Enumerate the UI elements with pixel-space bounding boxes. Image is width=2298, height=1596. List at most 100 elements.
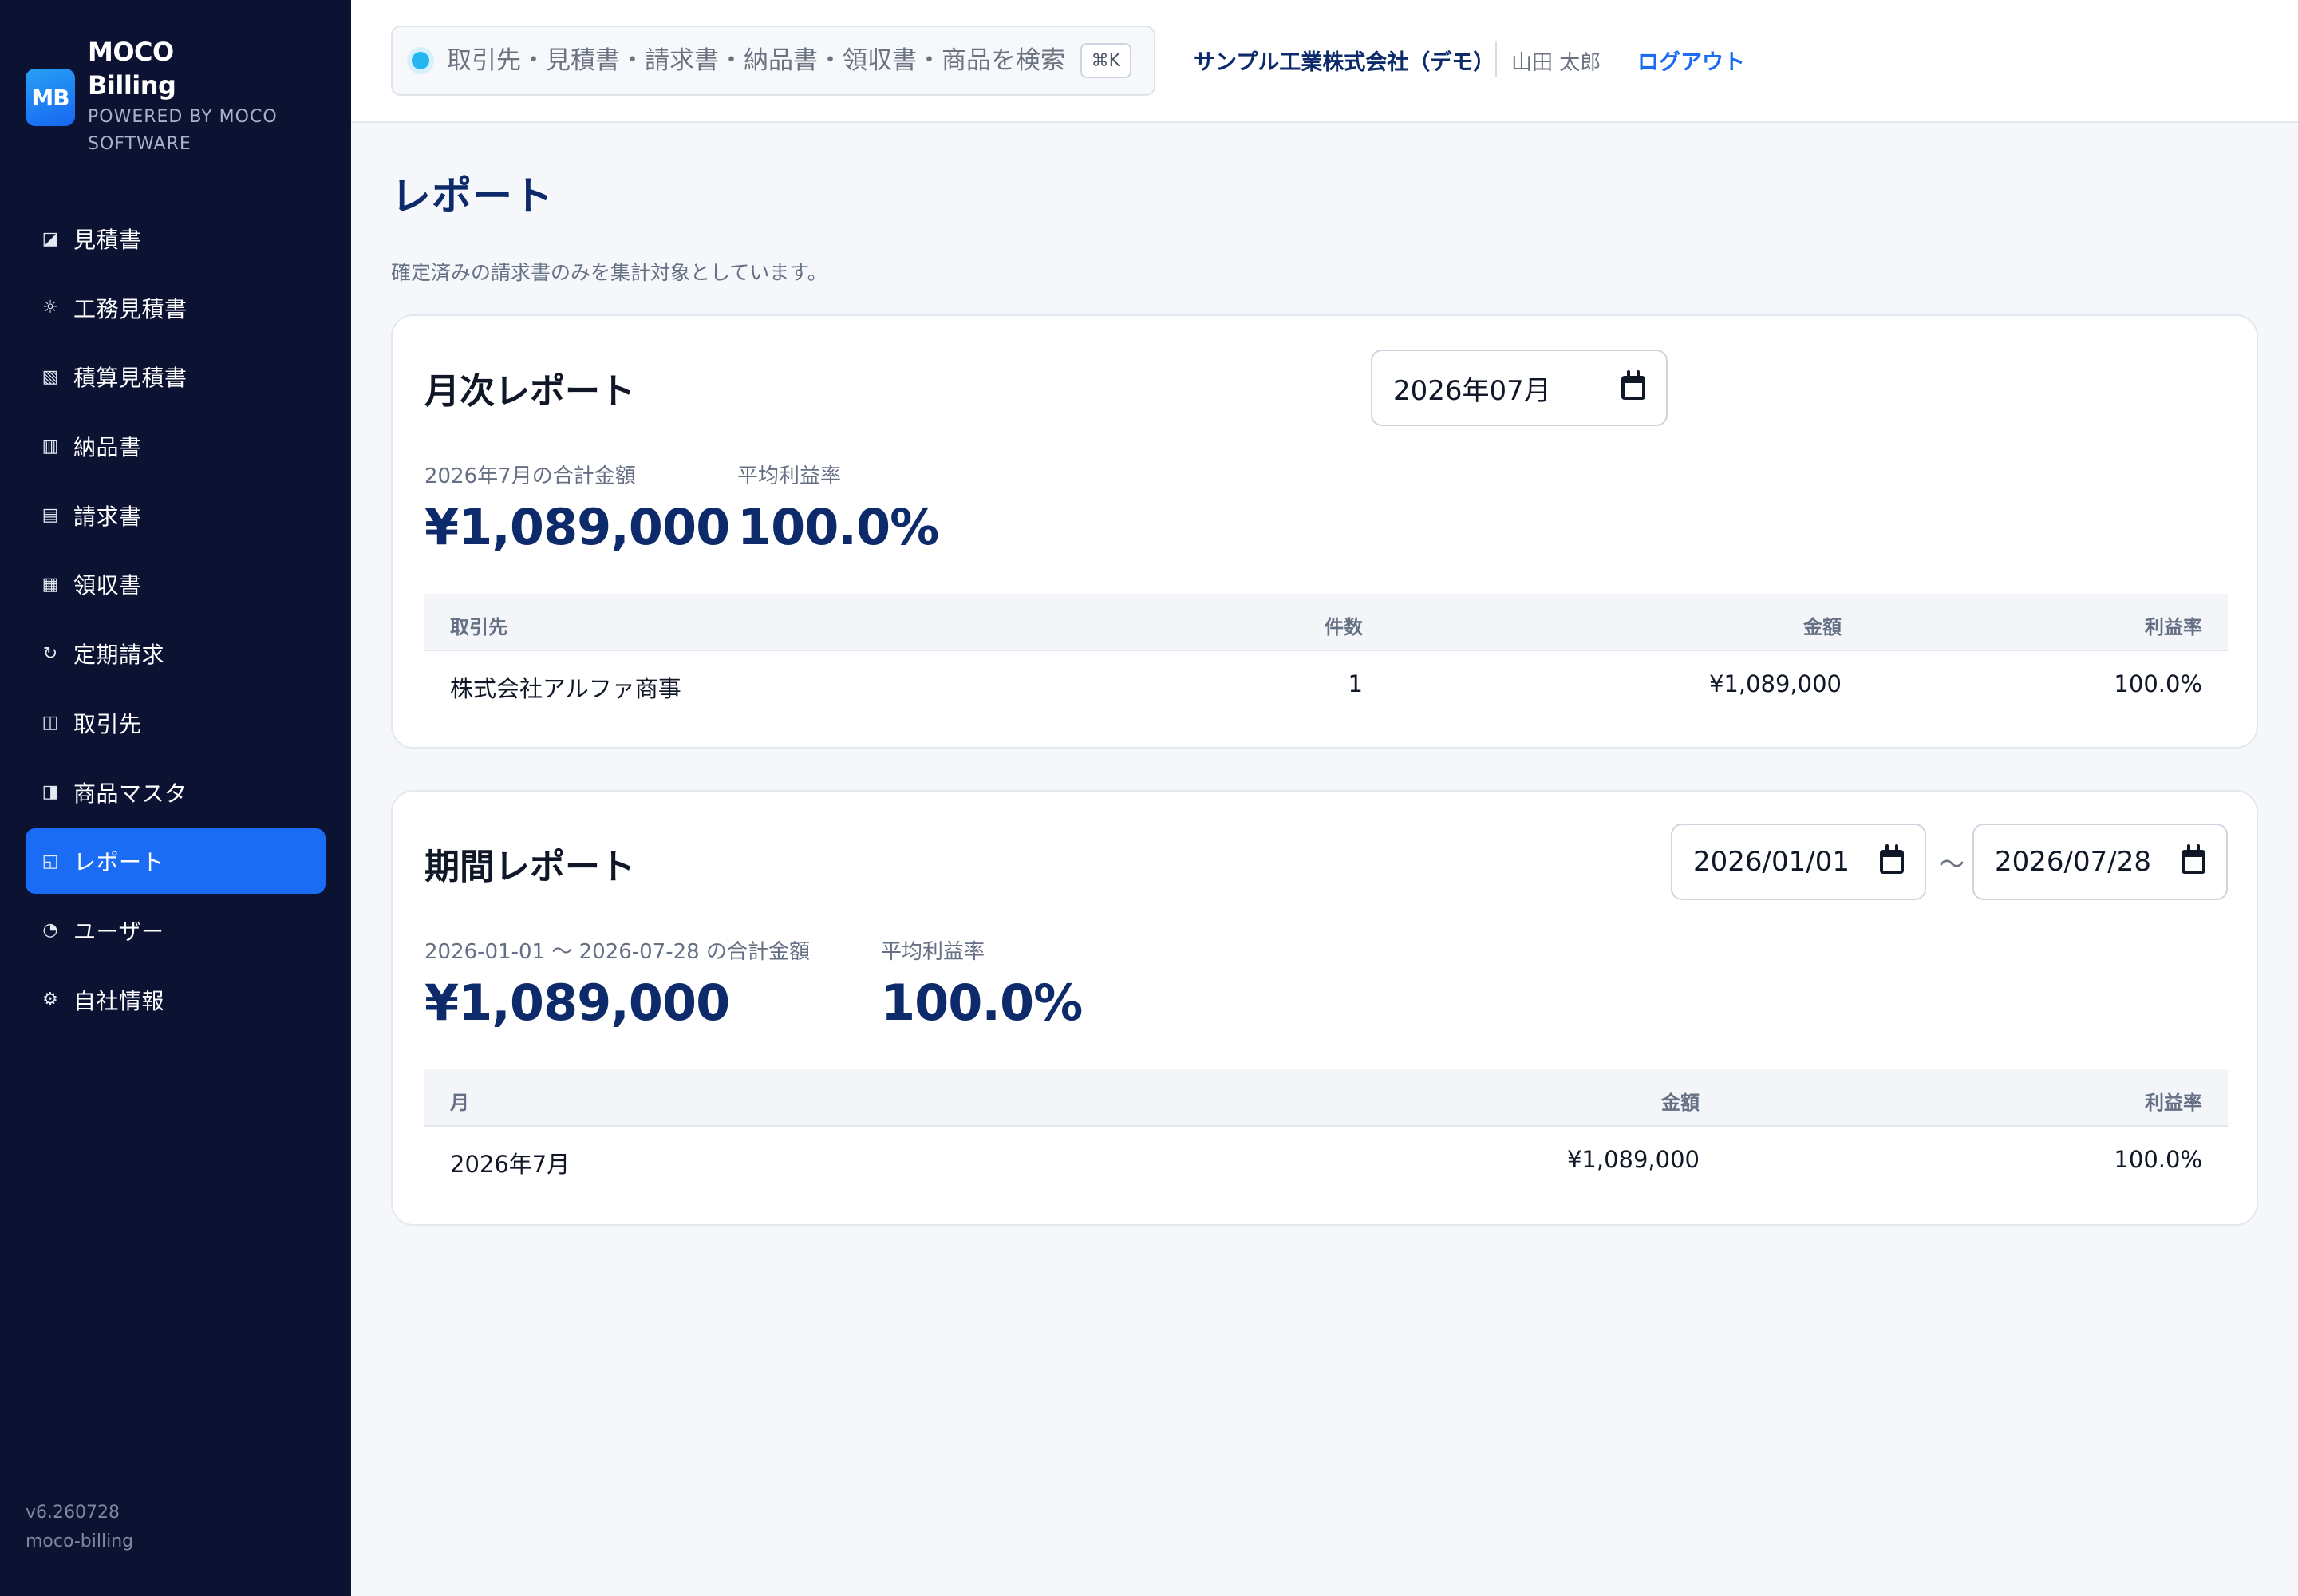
cell-amount: ¥1,089,000 [1566,1146,1700,1173]
sidebar-item-recurring-billing[interactable]: ↻ 定期請求 [26,621,326,686]
sidebar-item-label: 請求書 [73,503,142,530]
col-client: 取引先 [450,616,507,638]
logout-link[interactable]: ログアウト [1637,45,1745,76]
sidebar-item-label: 商品マスタ [73,780,188,807]
sidebar-item-reports[interactable]: ◱ レポート [26,828,326,895]
period-total-label: 2026-01-01 〜 2026-07-28 の合計金額 [424,940,810,964]
start-date-value: 2026/01/01 [1693,846,1850,878]
refresh-icon: ↻ [42,643,58,664]
month-picker[interactable]: 2026年07月 [1371,350,1668,426]
page-note: 確定済みの請求書のみを集計対象としています。 [391,261,827,284]
brand[interactable]: MB MOCO Billing POWERED BY MOCO SOFTWARE [26,35,311,158]
search-shortcut-badge: ⌘K [1080,43,1131,78]
start-date-picker[interactable]: 2026/01/01 [1671,824,1926,900]
monthly-margin-label: 平均利益率 [737,464,842,488]
table-header: 取引先 件数 金額 利益率 [424,594,2228,651]
sidebar-item-invoices[interactable]: ▤ 請求書 [26,483,326,548]
gear-icon: ☼ [42,298,58,318]
monthly-margin-value: 100.0% [737,498,939,556]
sidebar-item-label: ユーザー [73,918,164,945]
brand-name-line1: MOCO [88,37,174,67]
cell-margin: 100.0% [2114,670,2202,697]
grid-icon: ▦ [41,574,59,595]
sidebar-item-label: 積算見積書 [73,365,188,392]
date-range-separator: 〜 [1939,849,1965,879]
period-report-title: 期間レポート [424,847,635,887]
col-amount: 金額 [1803,616,1842,638]
settings-icon: ⚙ [42,990,58,1010]
col-margin: 利益率 [2145,616,2202,638]
col-amount: 金額 [1661,1092,1700,1114]
sidebar-item-receipts[interactable]: ▦ 領収書 [26,551,326,617]
monthly-total-value: ¥1,089,000 [424,498,730,556]
user-name: 山田 太郎 [1511,51,1601,75]
cell-month: 2026年7月 [450,1151,571,1178]
cell-margin: 100.0% [2114,1146,2202,1173]
book-icon: ◫ [41,713,59,733]
sidebar: MB MOCO Billing POWERED BY MOCO SOFTWARE… [0,0,351,1596]
table-row[interactable]: 株式会社アルファ商事 1 ¥1,089,000 100.0% [424,651,2228,717]
sidebar-item-label: レポート [73,849,165,876]
calendar-icon[interactable] [1880,844,1904,874]
calendar-icon[interactable] [1621,370,1645,400]
sidebar-item-label: 領収書 [73,572,142,599]
sidebar-item-estimate-quotes[interactable]: ▧ 積算見積書 [26,344,326,409]
header-divider [1495,41,1497,77]
col-margin: 利益率 [2145,1092,2202,1114]
sidebar-item-label: 自社情報 [73,987,165,1014]
monthly-report-title: 月次レポート [424,371,635,412]
app-id: moco-billing [26,1531,134,1551]
report-icon: ◱ [41,851,59,871]
version-number: v6.260728 [26,1503,120,1523]
monthly-total-label: 2026年7月の合計金額 [424,464,636,488]
col-count: 件数 [1325,616,1363,638]
hatched-square-icon: ▧ [41,366,59,387]
col-month: 月 [450,1092,469,1114]
global-search[interactable]: ⌘K [391,26,1155,96]
columns-icon: ▥ [41,436,59,456]
sidebar-nav: ◪ 見積書 ☼ 工務見積書 ▧ 積算見積書 ▥ 納品書 ▤ 請求書 ▦ 領収書 … [26,206,326,1036]
topbar: ⌘K サンプル工業株式会社（デモ） 山田 太郎 ログアウト [351,0,2298,123]
brand-sub-line1: POWERED BY MOCO [88,107,278,127]
pie-icon: ◔ [42,920,58,941]
lines-icon: ▤ [41,505,59,526]
brand-sub-line2: SOFTWARE [88,134,192,154]
sidebar-item-product-master[interactable]: ◨ 商品マスタ [26,760,326,825]
sidebar-item-delivery-notes[interactable]: ▥ 納品書 [26,413,326,479]
table-row[interactable]: 2026年7月 ¥1,089,000 100.0% [424,1127,2228,1192]
brand-logo: MB [26,69,75,126]
sidebar-item-label: 取引先 [73,710,142,737]
brand-text: MOCO Billing POWERED BY MOCO SOFTWARE [88,35,311,158]
end-date-value: 2026/07/28 [1995,846,2151,878]
period-margin-value: 100.0% [881,974,1083,1032]
month-picker-value: 2026年07月 [1393,374,1551,407]
sidebar-item-quotes[interactable]: ◪ 見積書 [26,206,326,271]
period-report-card: 期間レポート 2026/01/01 〜 2026/07/28 2026-01-0… [391,790,2258,1226]
version-info: v6.260728 moco-billing [26,1499,133,1556]
monthly-report-card: 月次レポート 2026年07月 2026年7月の合計金額 ¥1,089,000 … [391,314,2258,749]
monthly-client-table: 取引先 件数 金額 利益率 株式会社アルファ商事 1 ¥1,089,000 10… [424,594,2228,717]
brand-name-line2: Billing [88,70,176,101]
sidebar-item-label: 見積書 [73,227,142,253]
sidebar-item-label: 納品書 [73,434,142,461]
sidebar-item-construction-quotes[interactable]: ☼ 工務見積書 [26,275,326,341]
company-name: サンプル工業株式会社（デモ） [1194,50,1495,75]
sidebar-item-users[interactable]: ◔ ユーザー [26,898,326,963]
document-half-icon: ◪ [41,228,59,249]
half-square-icon: ◨ [41,782,59,802]
period-total-value: ¥1,089,000 [424,974,730,1032]
end-date-picker[interactable]: 2026/07/28 [1972,824,2228,900]
period-margin-label: 平均利益率 [881,940,985,964]
sidebar-item-company-info[interactable]: ⚙ 自社情報 [26,967,326,1033]
period-month-table: 月 金額 利益率 2026年7月 ¥1,089,000 100.0% [424,1069,2228,1192]
calendar-icon[interactable] [2182,844,2205,874]
cell-client: 株式会社アルファ商事 [450,675,681,702]
sidebar-item-clients[interactable]: ◫ 取引先 [26,690,326,756]
search-input[interactable] [447,46,1080,75]
table-header: 月 金額 利益率 [424,1069,2228,1127]
sidebar-item-label: 工務見積書 [73,295,188,322]
cell-count: 1 [1348,670,1363,697]
cell-amount: ¥1,089,000 [1708,670,1842,697]
sidebar-item-label: 定期請求 [73,642,165,669]
search-status-icon [412,52,429,69]
